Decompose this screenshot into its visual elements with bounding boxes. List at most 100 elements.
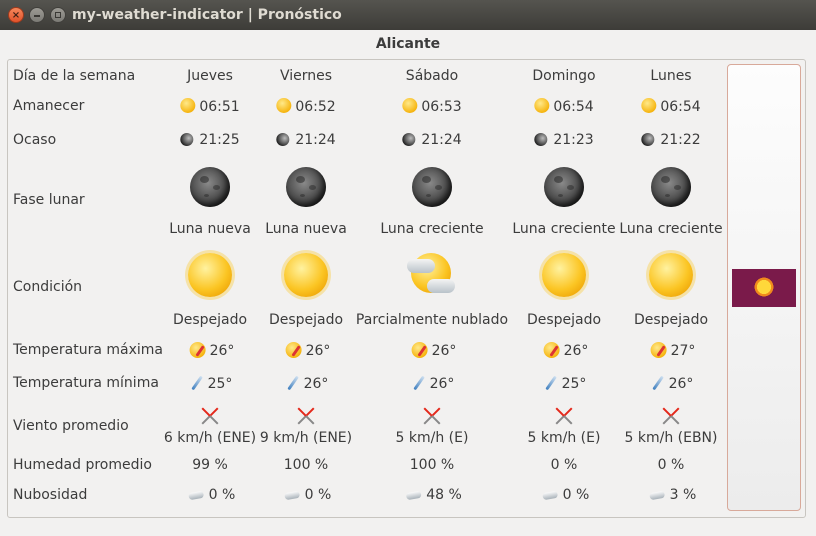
temp-max-value: 26° (305, 343, 331, 359)
maximize-icon[interactable] (50, 7, 66, 23)
wind-compass-icon (553, 405, 575, 427)
cloud-icon (649, 490, 666, 501)
cloudiness-value: 0 % (208, 487, 236, 503)
cold-thermometer-icon (413, 375, 425, 391)
sunrise-time: 06:54 (660, 99, 701, 115)
day-name: Jueves (187, 68, 233, 84)
sunny-icon (188, 253, 232, 297)
sunny-icon (649, 253, 693, 297)
moon-phase-text: Luna nueva (265, 221, 347, 237)
wind-compass-icon (421, 405, 443, 427)
sunset-cell: 21:25 (180, 132, 240, 148)
cloudiness-value: 3 % (669, 487, 697, 503)
title-bar: × my-weather-indicator | Pronóstico (0, 0, 816, 30)
cloud-icon (284, 490, 301, 501)
cloudiness-value: 48 % (426, 487, 462, 503)
sunset-icon (641, 133, 655, 146)
sunset-cell: 21:22 (641, 132, 701, 148)
temp-min-value: 26° (429, 376, 455, 392)
humidity-value: 100 % (283, 457, 329, 473)
sunset-time: 21:25 (199, 132, 240, 148)
sunrise-time: 06:53 (421, 99, 462, 115)
close-icon[interactable]: × (8, 7, 24, 23)
row-label-condition: Condición (13, 279, 83, 295)
temp-min-value: 25° (207, 376, 233, 392)
temp-max-cell: 27° (650, 342, 695, 359)
temp-min-cell: 26° (287, 375, 329, 392)
sunset-icon (180, 133, 194, 146)
sunrise-icon (276, 98, 292, 113)
humidity-value: 99 % (192, 457, 228, 473)
sunrise-icon (534, 98, 550, 113)
moon-icon (544, 167, 584, 207)
wind-compass-icon (660, 405, 682, 427)
row-label-day: Día de la semana (13, 68, 136, 84)
cold-thermometer-icon (191, 375, 203, 391)
temp-min-value: 25° (561, 376, 587, 392)
wind-text: 5 km/h (EBN) (624, 430, 718, 446)
temp-max-cell: 26° (189, 342, 234, 359)
row-label-temp-min: Temperatura mínima (13, 375, 159, 391)
provider-logo[interactable] (732, 269, 796, 307)
sunrise-cell: 06:54 (534, 98, 594, 115)
sunrise-cell: 06:54 (641, 98, 701, 115)
temp-min-cell: 25° (191, 375, 233, 392)
wind-compass-icon (199, 405, 221, 427)
hot-thermometer-icon (189, 342, 206, 358)
sunny-icon (284, 253, 328, 297)
wind-text: 5 km/h (E) (395, 430, 469, 446)
sunset-time: 21:24 (421, 132, 462, 148)
temp-max-cell: 26° (285, 342, 331, 359)
sunrise-cell: 06:53 (402, 98, 462, 115)
temp-max-value: 26° (431, 343, 457, 359)
sunset-time: 21:23 (553, 132, 594, 148)
cloud-icon (188, 490, 205, 501)
minimize-icon[interactable] (29, 7, 45, 23)
sunset-icon (402, 133, 416, 146)
temp-min-cell: 26° (413, 375, 455, 392)
sunny-icon (542, 253, 586, 297)
day-name: Lunes (650, 68, 692, 84)
hot-thermometer-icon (285, 342, 302, 358)
sunrise-cell: 06:52 (276, 98, 336, 115)
sunset-icon (534, 133, 548, 146)
cloudiness-value: 0 % (562, 487, 590, 503)
hot-thermometer-icon (411, 342, 428, 358)
wind-text: 5 km/h (E) (527, 430, 601, 446)
wind-text: 6 km/h (ENE) (163, 430, 257, 446)
temp-max-cell: 26° (411, 342, 457, 359)
day-name: Domingo (532, 68, 596, 84)
temp-min-cell: 25° (545, 375, 587, 392)
cloudiness-cell: 0 % (188, 487, 236, 503)
humidity-value: 0 % (550, 457, 578, 473)
cloudiness-cell: 3 % (649, 487, 697, 503)
row-label-cloudiness: Nubosidad (13, 487, 88, 503)
window-title: my-weather-indicator | Pronóstico (72, 7, 342, 23)
row-label-temp-max: Temperatura máxima (13, 342, 164, 358)
condition-text: Despejado (172, 312, 248, 328)
cloudiness-cell: 48 % (405, 487, 462, 503)
temp-max-value: 26° (563, 343, 589, 359)
sunset-cell: 21:24 (276, 132, 336, 148)
partly-cloudy-icon (407, 251, 457, 299)
day-name: Viernes (279, 68, 333, 84)
temp-min-value: 26° (303, 376, 329, 392)
temp-min-cell: 26° (652, 375, 693, 392)
cold-thermometer-icon (652, 375, 664, 391)
sunset-icon (276, 133, 290, 146)
moon-icon (190, 167, 230, 207)
wind-compass-icon (295, 405, 317, 427)
row-label-sunset: Ocaso (13, 132, 57, 148)
condition-text: Parcialmente nublado (355, 312, 509, 328)
moon-phase-text: Luna creciente (380, 221, 484, 237)
moon-phase-text: Luna creciente (619, 221, 723, 237)
row-label-humidity: Humedad promedio (13, 457, 152, 473)
wind-text: 9 km/h (ENE) (259, 430, 353, 446)
cloudiness-cell: 0 % (284, 487, 331, 503)
moon-phase-text: Luna creciente (512, 221, 616, 237)
temp-max-cell: 26° (543, 342, 589, 359)
hot-thermometer-icon (650, 342, 667, 358)
row-label-sunrise: Amanecer (13, 98, 85, 114)
moon-icon (412, 167, 452, 207)
sunrise-icon (180, 98, 196, 113)
